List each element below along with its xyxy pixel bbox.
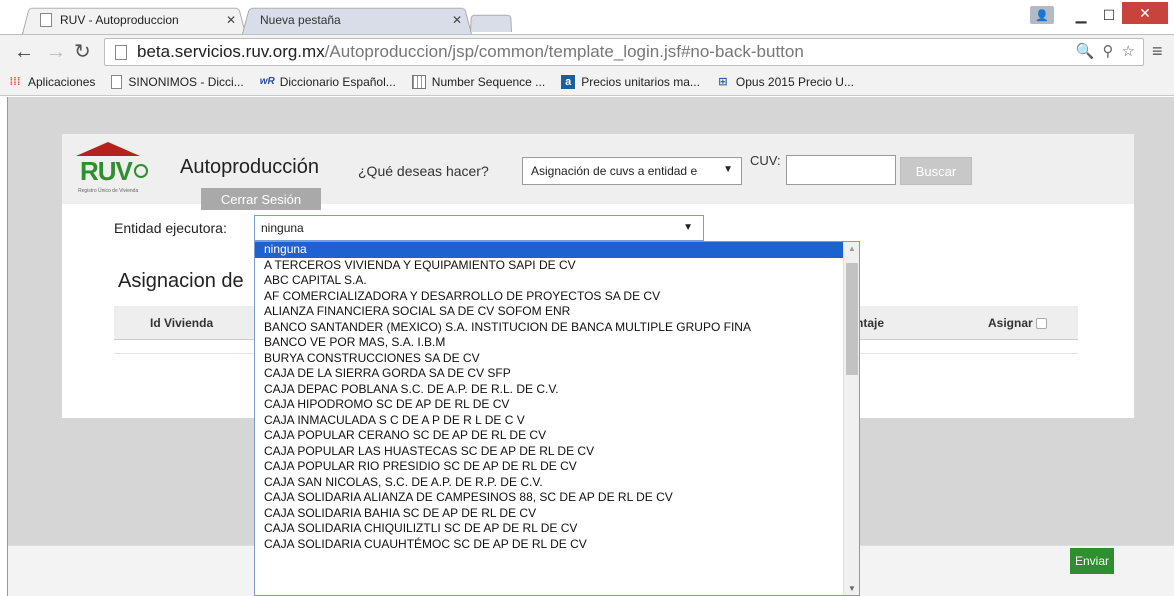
- star-icon[interactable]: ☆: [1122, 42, 1135, 60]
- dropdown-option[interactable]: AF COMERCIALIZADORA Y DESARROLLO DE PROY…: [255, 289, 843, 305]
- dropdown-option[interactable]: CAJA INMACULADA S C DE A P DE R L DE C V: [255, 413, 843, 429]
- section-title: Asignacion de: [118, 270, 244, 292]
- dropdown-option[interactable]: ABC CAPITAL S.A.: [255, 273, 843, 289]
- dropdown-option[interactable]: ALIANZA FINANCIERA SOCIAL SA DE CV SOFOM…: [255, 304, 843, 320]
- apps-icon: ⁞⁞⁞: [9, 75, 21, 88]
- dropdown-options: ninguna A TERCEROS VIVIENDA Y EQUIPAMIENT…: [255, 242, 859, 552]
- dropdown-option[interactable]: CAJA POPULAR CERANO SC DE AP DE RL DE CV: [255, 428, 843, 444]
- new-tab-button[interactable]: [470, 14, 512, 33]
- zoom-icon[interactable]: 🔍: [1076, 42, 1095, 60]
- logo-roof-icon: [76, 142, 140, 156]
- column-id-vivienda: Id Vivienda: [150, 316, 214, 330]
- dropdown-option[interactable]: BANCO SANTANDER (MEXICO) S.A. INSTITUCIO…: [255, 320, 843, 336]
- assign-all-checkbox[interactable]: [1035, 317, 1047, 329]
- bookmark-opus[interactable]: ⊞ Opus 2015 Precio U...: [716, 75, 854, 89]
- wordreference-icon: wR: [259, 75, 275, 87]
- tab-ruv-autoproduccion[interactable]: RUV - Autoproduccion ✕: [22, 6, 246, 34]
- address-bar[interactable]: beta.servicios.ruv.org.mx/Autoproduccion…: [104, 38, 1144, 66]
- page-icon: [115, 44, 127, 60]
- url-host: beta.servicios.ruv.org.mx: [137, 42, 325, 61]
- forward-arrow-icon[interactable]: →: [46, 40, 66, 64]
- dropdown-option[interactable]: CAJA SOLIDARIA CHIQUILIZTLI SC DE AP DE …: [255, 521, 843, 537]
- url-text[interactable]: beta.servicios.ruv.org.mx/Autoproduccion…: [137, 42, 804, 62]
- entity-select[interactable]: ninguna ▼: [254, 215, 704, 241]
- bookmark-label: Opus 2015 Precio U...: [735, 74, 854, 89]
- bookmark-diccionario[interactable]: wR Diccionario Español...: [260, 75, 396, 89]
- extension-icon[interactable]: ⚲: [1103, 42, 1114, 60]
- bookmark-label: SINONIMOS - Dicci...: [128, 74, 244, 89]
- action-select[interactable]: Asignación de cuvs a entidad e ▼: [522, 157, 742, 185]
- search-button[interactable]: Buscar: [900, 157, 972, 185]
- page-icon: [111, 74, 123, 89]
- dropdown-option[interactable]: CAJA SAN NICOLAS, S.C. DE A.P. DE R.P. D…: [255, 475, 843, 491]
- column-porcentaje: ntaje: [856, 316, 885, 330]
- page-icon: [40, 13, 52, 27]
- dropdown-option[interactable]: BANCO VE POR MAS, S.A. I.B.M: [255, 335, 843, 351]
- app-title: Autoproducción: [180, 156, 319, 178]
- bookmark-label: Number Sequence ...: [431, 74, 546, 89]
- dropdown-option[interactable]: ninguna: [255, 242, 843, 258]
- bookmark-label: Diccionario Español...: [279, 74, 396, 89]
- bookmarks-bar: ⁞⁞⁞ Aplicaciones SINONIMOS - Dicci... wR D…: [0, 68, 1174, 96]
- column-asignar: Asignar: [988, 316, 1047, 330]
- url-path: /Autoproduccion/jsp/common/template_logi…: [324, 42, 804, 61]
- maximize-button[interactable]: ☐: [1096, 4, 1122, 26]
- dropdown-option[interactable]: CAJA DEPAC POBLANA S.C. DE A.P. DE R.L. …: [255, 382, 843, 398]
- dropdown-arrow-icon: ▼: [723, 164, 733, 175]
- close-icon[interactable]: ✕: [226, 13, 236, 27]
- dropdown-option[interactable]: A TERCEROS VIVIENDA Y EQUIPAMIENTO SAPI …: [255, 258, 843, 274]
- entity-select-value: ninguna: [261, 221, 304, 235]
- dropdown-option[interactable]: CAJA POPULAR LAS HUASTECAS SC DE AP DE R…: [255, 444, 843, 460]
- close-icon[interactable]: ✕: [452, 13, 462, 27]
- scroll-up-icon[interactable]: ▲: [848, 244, 856, 253]
- dropdown-option[interactable]: CAJA POPULAR RIO PRESIDIO SC DE AP DE RL…: [255, 459, 843, 475]
- bookmark-label: Aplicaciones: [28, 74, 96, 89]
- logo-tagline: Registro Único de Vivienda: [78, 188, 139, 194]
- grid-icon: [411, 74, 426, 89]
- user-profile-icon[interactable]: 👤: [1030, 6, 1054, 24]
- browser-tabstrip: RUV - Autoproduccion ✕ Nueva pestaña ✕ 👤…: [0, 0, 1174, 34]
- window-close-button[interactable]: ✕: [1122, 2, 1168, 24]
- send-button[interactable]: Enviar: [1070, 548, 1114, 574]
- tab-title: Nueva pestaña: [260, 13, 341, 27]
- network-icon: ⊞: [718, 75, 728, 88]
- dropdown-option[interactable]: CAJA SOLIDARIA CUAUHTÉMOC SC DE AP DE RL…: [255, 537, 843, 553]
- dropdown-scrollbar[interactable]: ▲ ▼: [843, 242, 859, 595]
- dropdown-option[interactable]: CAJA SOLIDARIA ALIANZA DE CAMPESINOS 88,…: [255, 490, 843, 506]
- dropdown-option[interactable]: CAJA DE LA SIERRA GORDA SA DE CV SFP: [255, 366, 843, 382]
- action-select-value: Asignación de cuvs a entidad e: [531, 164, 698, 178]
- minimize-button[interactable]: ▁: [1068, 4, 1094, 26]
- browser-toolbar: ← → ↻ beta.servicios.ruv.org.mx/Autoprod…: [0, 34, 1174, 68]
- dropdown-option[interactable]: BURYA CONSTRUCCIONES SA DE CV: [255, 351, 843, 367]
- logo-text: RUV: [80, 156, 133, 186]
- a-icon: a: [561, 74, 576, 89]
- dropdown-option[interactable]: CAJA SOLIDARIA BAHIA SC DE AP DE RL DE C…: [255, 506, 843, 522]
- logo-circle-icon: [134, 164, 148, 178]
- dropdown-option[interactable]: CAJA HIPODROMO SC DE AP DE RL DE CV: [255, 397, 843, 413]
- back-arrow-icon[interactable]: ←: [14, 40, 34, 64]
- menu-icon[interactable]: ≡: [1152, 41, 1163, 62]
- bookmark-number-sequence[interactable]: Number Sequence ...: [411, 74, 546, 89]
- cuv-input[interactable]: [786, 155, 896, 185]
- logout-button[interactable]: Cerrar Sesión: [201, 188, 321, 210]
- reload-icon[interactable]: ↻: [74, 40, 91, 64]
- tab-title: RUV - Autoproduccion: [60, 13, 179, 27]
- bookmark-label: Precios unitarios ma...: [581, 74, 700, 89]
- scroll-down-icon[interactable]: ▼: [848, 584, 856, 593]
- scrollbar-thumb[interactable]: [846, 263, 858, 375]
- tab-nueva-pestana[interactable]: Nueva pestaña ✕: [242, 6, 472, 34]
- action-question-label: ¿Qué deseas hacer?: [358, 163, 489, 179]
- bookmark-precios[interactable]: a Precios unitarios ma...: [561, 74, 700, 89]
- cuv-label: CUV:: [750, 153, 781, 168]
- bookmark-apps[interactable]: ⁞⁞⁞ Aplicaciones: [8, 74, 96, 89]
- ruv-logo: RUV Registro Único de Vivienda: [76, 142, 156, 196]
- dropdown-arrow-icon: ▼: [683, 222, 693, 233]
- entity-label: Entidad ejecutora:: [114, 220, 227, 236]
- column-asignar-label: Asignar: [988, 316, 1033, 330]
- page-left-edge: [0, 97, 8, 596]
- entity-dropdown-list[interactable]: ninguna A TERCEROS VIVIENDA Y EQUIPAMIENT…: [254, 241, 860, 596]
- bookmark-sinonimos[interactable]: SINONIMOS - Dicci...: [111, 74, 244, 89]
